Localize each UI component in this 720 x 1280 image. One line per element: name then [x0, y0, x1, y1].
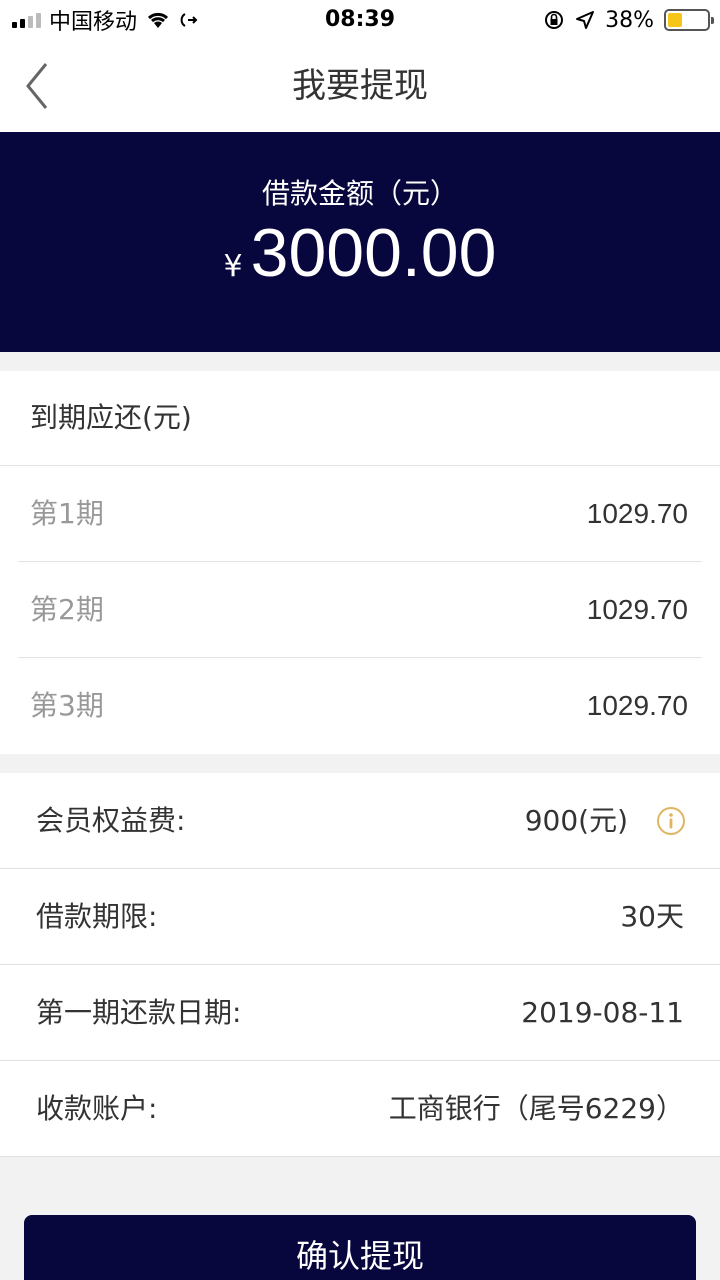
membership-fee-value: 900(元) — [524, 804, 628, 837]
first-repayment-date-label: 第一期还款日期: — [36, 996, 242, 1029]
installment-row: 第1期 1029.70 — [18, 466, 702, 562]
currency-symbol: ¥ — [223, 249, 243, 284]
repayment-section: 到期应还(元) 第1期 1029.70 第2期 1029.70 第3期 1029… — [0, 371, 720, 754]
loan-amount-banner: 借款金额（元） ¥ 3000.00 — [0, 132, 720, 352]
membership-fee-label: 会员权益费: — [36, 804, 186, 837]
installment-row: 第2期 1029.70 — [18, 562, 702, 658]
loan-term-label: 借款期限: — [36, 900, 158, 933]
first-repayment-date-row: 第一期还款日期: 2019-08-11 — [0, 965, 720, 1061]
receiving-account-row[interactable]: 收款账户: 工商银行（尾号6229） — [0, 1061, 720, 1157]
installment-amount: 1029.70 — [586, 594, 688, 625]
installment-label: 第1期 — [30, 497, 104, 530]
repayment-header: 到期应还(元) — [30, 401, 192, 434]
battery-percent: 38% — [605, 7, 654, 33]
battery-icon — [664, 9, 714, 31]
status-right: 38% — [543, 0, 714, 40]
installment-row: 第3期 1029.70 — [18, 658, 702, 754]
page-title: 我要提现 — [292, 66, 428, 106]
loan-term-row: 借款期限: 30天 — [0, 869, 720, 965]
installment-label: 第2期 — [30, 593, 104, 626]
installment-amount: 1029.70 — [586, 690, 688, 721]
confirm-withdraw-button[interactable]: 确认提现 — [24, 1215, 696, 1280]
loan-amount-label: 借款金额（元） — [261, 177, 458, 210]
loan-details-section: 会员权益费: 900(元) 借款期限: 30天 第一期还款日期: 2019-08… — [0, 773, 720, 1157]
installment-amount: 1029.70 — [586, 498, 688, 529]
rotation-lock-icon — [545, 11, 564, 29]
nav-bar: 我要提现 — [0, 40, 720, 132]
installment-label: 第3期 — [30, 689, 104, 722]
loan-amount-value: 3000.00 — [250, 215, 497, 291]
first-repayment-date-value: 2019-08-11 — [521, 996, 684, 1029]
receiving-account-label: 收款账户: — [36, 1092, 158, 1125]
loan-amount: ¥ 3000.00 — [0, 214, 720, 292]
membership-fee-row: 会员权益费: 900(元) — [0, 773, 720, 869]
status-bar: 中国移动 08:39 38% — [0, 0, 720, 40]
loan-term-value: 30天 — [620, 900, 684, 933]
location-icon — [576, 11, 595, 29]
receiving-account-value: 工商银行（尾号6229） — [388, 1092, 684, 1125]
back-button[interactable] — [18, 58, 58, 114]
info-icon[interactable] — [656, 806, 686, 836]
